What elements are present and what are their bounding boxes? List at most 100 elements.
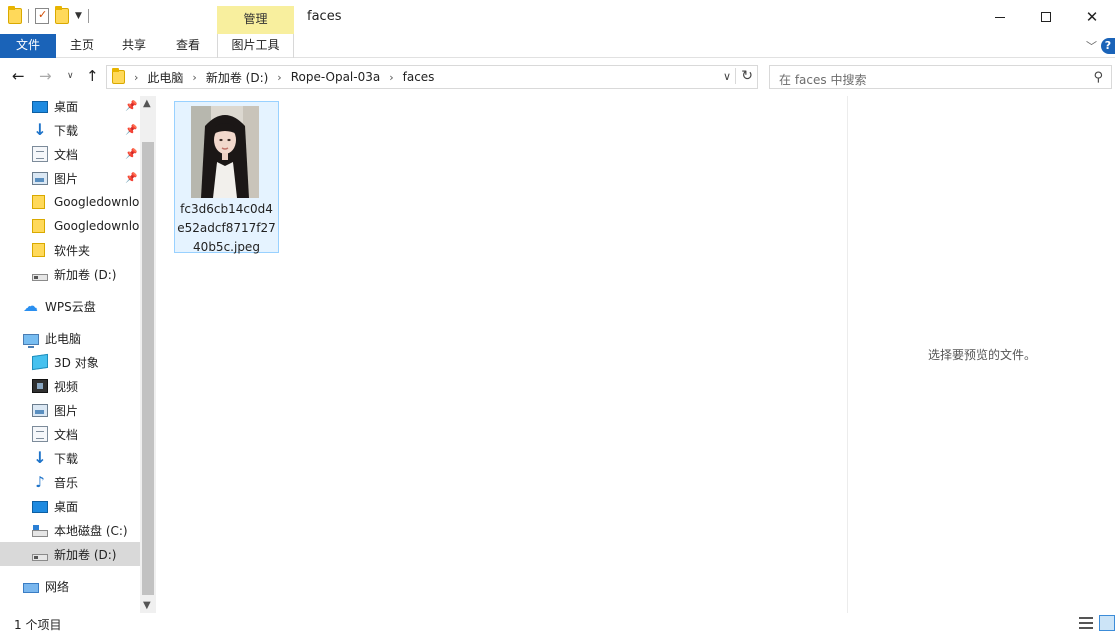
- sidebar-item-googledownload-1[interactable]: Googledownlo: [0, 190, 140, 214]
- navigation-pane: 桌面 📌 ↓ 下载 📌 文档 📌 图片 📌 Googledownlo Googl…: [0, 96, 156, 613]
- sidebar-item-googledownload-2[interactable]: Googledownlo: [0, 214, 140, 238]
- pictures-icon: [32, 404, 48, 417]
- 3d-objects-icon: [32, 353, 48, 371]
- file-list: fc3d6cb14c0d4 e52adcf8717f27 40b5c.jpeg: [158, 96, 847, 613]
- sidebar-item-label: WPS云盘: [45, 299, 96, 314]
- customize-dropdown-icon[interactable]: ▼: [75, 11, 82, 21]
- sidebar-item-label: 网络: [45, 579, 70, 594]
- sidebar-item-pictures[interactable]: 图片 📌: [0, 166, 140, 190]
- search-input[interactable]: 在 faces 中搜索 ⚲: [769, 65, 1112, 89]
- file-name-line: 40b5c.jpeg: [193, 240, 260, 254]
- sidebar-item-documents-pc[interactable]: 文档: [0, 422, 140, 446]
- chevron-up-icon[interactable]: ▲: [143, 98, 151, 109]
- system-drive-icon: [32, 525, 48, 537]
- cloud-icon: ☁: [23, 297, 38, 315]
- maximize-button[interactable]: [1023, 0, 1069, 34]
- sidebar-item-label: 本地磁盘 (C:): [54, 523, 128, 538]
- breadcrumb-this-pc[interactable]: 此电脑: [147, 69, 183, 86]
- sidebar-item-drive-d-quick[interactable]: 新加卷 (D:): [0, 262, 140, 286]
- image-thumbnail: [191, 106, 259, 198]
- item-count: 1 个项目: [14, 618, 62, 632]
- up-arrow-icon[interactable]: ↑: [86, 67, 99, 85]
- sidebar-item-3d-objects[interactable]: 3D 对象: [0, 350, 140, 374]
- minimize-icon: [995, 16, 1005, 18]
- sidebar-item-music[interactable]: ♪ 音乐: [0, 470, 140, 494]
- navigation-bar: ← → ∨ ↑ › 此电脑 › 新加卷 (D:) › Rope-Opal-03a…: [0, 61, 1115, 93]
- sidebar-item-label: 图片: [54, 403, 79, 418]
- sidebar-item-documents[interactable]: 文档 📌: [0, 142, 140, 166]
- folder-icon: [32, 219, 45, 233]
- maximize-icon: [1041, 12, 1051, 22]
- properties-icon[interactable]: [35, 8, 49, 24]
- window-title: faces: [307, 9, 342, 24]
- sidebar-item-label: 桌面: [54, 99, 79, 114]
- sidebar-item-label: 新加卷 (D:): [54, 267, 117, 282]
- sidebar-item-desktop[interactable]: 桌面 📌: [0, 94, 140, 118]
- help-icon[interactable]: ?: [1101, 38, 1115, 54]
- scrollbar-thumb[interactable]: [142, 142, 154, 595]
- sidebar-item-label: 文档: [54, 147, 79, 162]
- drive-icon: [32, 274, 48, 281]
- back-arrow-icon[interactable]: ←: [12, 67, 25, 85]
- window-controls: ✕: [977, 0, 1115, 34]
- sidebar-item-this-pc[interactable]: 此电脑: [0, 326, 140, 350]
- tab-home[interactable]: 主页: [56, 34, 108, 58]
- minimize-button[interactable]: [977, 0, 1023, 34]
- recent-locations-icon[interactable]: ∨: [67, 71, 74, 81]
- document-icon: [32, 426, 48, 442]
- chevron-down-icon[interactable]: ▼: [143, 600, 151, 611]
- pictures-icon: [32, 172, 48, 185]
- tab-file[interactable]: 文件: [0, 34, 56, 58]
- breadcrumb-faces[interactable]: faces: [403, 70, 435, 84]
- address-bar[interactable]: › 此电脑 › 新加卷 (D:) › Rope-Opal-03a › faces…: [106, 65, 758, 89]
- manage-contextual-tab[interactable]: 管理: [217, 6, 294, 34]
- title-bar: ▼ 管理 faces ✕: [0, 0, 1115, 34]
- search-icon[interactable]: ⚲: [1093, 70, 1103, 85]
- network-icon: [23, 582, 39, 593]
- breadcrumb-rope-opal[interactable]: Rope-Opal-03a: [291, 70, 381, 84]
- file-item[interactable]: fc3d6cb14c0d4 e52adcf8717f27 40b5c.jpeg: [174, 101, 279, 254]
- pin-icon: 📌: [125, 124, 138, 136]
- sidebar-item-drive-c[interactable]: 本地磁盘 (C:): [0, 518, 140, 542]
- folder-icon: [32, 243, 45, 257]
- sidebar-item-software-folder[interactable]: 软件夹: [0, 238, 140, 262]
- tab-view[interactable]: 查看: [160, 34, 216, 58]
- sidebar-item-label: 音乐: [54, 475, 79, 490]
- sidebar-item-pictures-pc[interactable]: 图片: [0, 398, 140, 422]
- sidebar-item-videos[interactable]: 视频: [0, 374, 140, 398]
- chevron-right-icon[interactable]: ›: [192, 71, 196, 84]
- sidebar-item-wps-cloud[interactable]: ☁ WPS云盘: [0, 294, 140, 318]
- sidebar-scrollbar[interactable]: ▲ ▼: [140, 96, 156, 613]
- forward-arrow-icon[interactable]: →: [39, 67, 52, 85]
- tab-picture-tools[interactable]: 图片工具: [217, 34, 294, 58]
- drive-icon: [32, 554, 48, 561]
- chevron-right-icon[interactable]: ›: [389, 71, 393, 84]
- breadcrumb-drive-d[interactable]: 新加卷 (D:): [206, 69, 268, 86]
- sidebar-item-drive-d[interactable]: 新加卷 (D:): [0, 542, 140, 566]
- chevron-right-icon[interactable]: ›: [277, 71, 281, 84]
- new-folder-icon[interactable]: [55, 6, 69, 24]
- folder-icon: [8, 6, 22, 24]
- sidebar-item-label: 下载: [54, 123, 79, 138]
- sidebar-item-label: 图片: [54, 171, 79, 186]
- refresh-icon[interactable]: ↻: [735, 68, 753, 84]
- sidebar-item-downloads[interactable]: ↓ 下载 📌: [0, 118, 140, 142]
- tab-share[interactable]: 共享: [108, 34, 160, 58]
- large-icons-view-icon[interactable]: [1099, 615, 1115, 631]
- document-icon: [32, 146, 48, 162]
- sidebar-item-network[interactable]: 网络: [0, 574, 140, 598]
- sidebar-item-downloads-pc[interactable]: ↓ 下载: [0, 446, 140, 470]
- portrait-thumbnail-icon: [191, 106, 259, 198]
- details-view-icon[interactable]: [1079, 617, 1093, 629]
- download-icon: ↓: [33, 120, 47, 139]
- chevron-right-icon[interactable]: ›: [134, 71, 138, 84]
- file-name: fc3d6cb14c0d4 e52adcf8717f27 40b5c.jpeg: [177, 200, 276, 257]
- ribbon-tabs: 文件 主页 共享 查看 图片工具 ﹀ ?: [0, 34, 1115, 58]
- preview-pane: 选择要预览的文件。: [847, 96, 1115, 613]
- expand-ribbon-icon[interactable]: ﹀: [1086, 38, 1097, 54]
- download-icon: ↓: [33, 448, 47, 467]
- sidebar-item-desktop-pc[interactable]: 桌面: [0, 494, 140, 518]
- chevron-down-icon[interactable]: ∨: [723, 70, 731, 83]
- close-button[interactable]: ✕: [1069, 0, 1115, 34]
- sidebar-item-label: 桌面: [54, 499, 79, 514]
